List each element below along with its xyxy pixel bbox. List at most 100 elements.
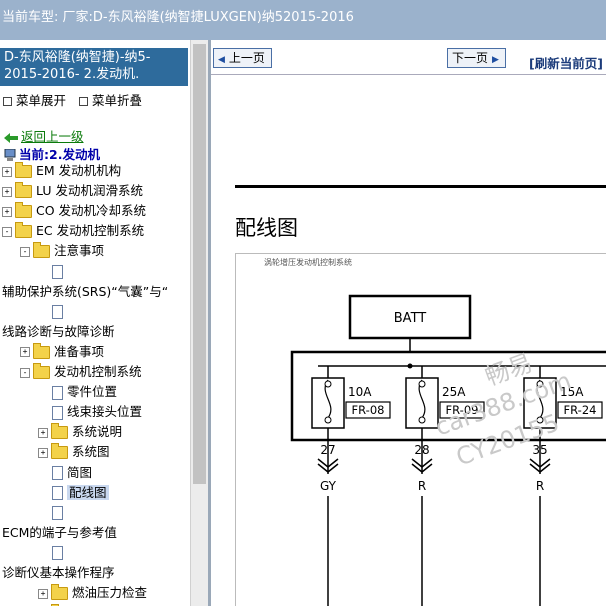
- document-icon: [52, 486, 63, 501]
- document-icon: [52, 546, 63, 561]
- tree-item[interactable]: 配线图: [38, 484, 109, 502]
- collapse-toggle-icon[interactable]: -: [2, 226, 12, 237]
- top-bar: 当前车型: 厂家:D-东风裕隆(纳智捷LUXGEN)纳52015-2016: [0, 0, 606, 40]
- tree-heading[interactable]: ECM的端子与参考值: [2, 524, 117, 542]
- prev-page-button[interactable]: ◀ 上一页: [213, 48, 272, 68]
- document-icon: [52, 405, 63, 420]
- sidebar-title-line2: 2015-2016- 2.发动机.: [4, 67, 140, 82]
- collapse-menu-button[interactable]: 菜单折叠: [78, 93, 142, 108]
- tree-heading[interactable]: 诊断仪基本操作程序: [2, 564, 115, 582]
- menu-ops: 菜单展开 菜单折叠: [2, 90, 142, 109]
- wiring-diagram: 涡轮增压发动机控制系统 BATT 10A FR-08 27 GY 25A FR-09 28 R…: [235, 253, 606, 606]
- connector-pin: 27: [320, 443, 335, 457]
- sidebar: D-东风裕隆(纳智捷)-纳5- 2015-2016- 2.发动机. 菜单展开 菜…: [0, 40, 208, 606]
- tree-item[interactable]: + CO 发动机冷却系统: [2, 202, 146, 220]
- document-icon: [52, 506, 63, 521]
- folder-icon: [15, 222, 32, 239]
- tree-item[interactable]: - EC 发动机控制系统: [2, 222, 144, 240]
- tree-item-label: EM 发动机机构: [36, 163, 122, 178]
- connector-pin: 28: [414, 443, 429, 457]
- arrow-left-icon: ◀: [218, 55, 225, 65]
- folder-icon: [51, 423, 68, 440]
- tree-item-label: 配线图: [67, 484, 109, 500]
- back-link[interactable]: 返回上一级: [4, 126, 84, 145]
- square-icon: [3, 96, 12, 106]
- tree-item-label: 准备事项: [54, 343, 105, 359]
- tree-item[interactable]: + 系统说明: [38, 423, 122, 441]
- current-label: 当前:2.发动机: [19, 147, 100, 162]
- folder-icon: [15, 202, 32, 219]
- tree-item-label: LU 发动机润滑系统: [36, 183, 143, 199]
- tree-item-label: 系统说明: [72, 424, 123, 440]
- tree-item-label: 发动机控制系统: [54, 364, 142, 379]
- sidebar-scrollbar[interactable]: [190, 40, 209, 606]
- tree-item-label: 燃油压力检查: [72, 585, 148, 601]
- tree-item[interactable]: [38, 544, 67, 562]
- next-page-button[interactable]: 下一页 ▶: [447, 48, 506, 68]
- tree-item-label: 简图: [67, 464, 93, 480]
- wire-color-label: GY: [320, 479, 337, 493]
- tree-item[interactable]: + 燃油压力检查: [38, 584, 147, 602]
- tree-item-label: EC 发动机控制系统: [36, 223, 145, 239]
- tree-item-label: ECM的端子与参考值: [2, 524, 117, 540]
- square-icon: [78, 96, 88, 106]
- expand-toggle-icon[interactable]: +: [38, 447, 48, 458]
- collapse-toggle-icon[interactable]: -: [20, 246, 30, 257]
- tree-item-label: CO 发动机冷却系统: [36, 203, 147, 219]
- content-pane: ◀ 上一页 下一页 ▶ [刷新当前页] 配线图 涡轮增压发动机控制系统 BATT 1…: [211, 40, 606, 606]
- fuse-amperage: 25A: [442, 385, 466, 399]
- bus-junction: [407, 363, 413, 369]
- tree-heading[interactable]: 线路诊断与故障诊断: [2, 323, 115, 341]
- prev-page-label: 上一页: [228, 51, 265, 65]
- current-location: 当前:2.发动机: [4, 144, 100, 163]
- scrollbar-thumb[interactable]: [193, 44, 206, 484]
- tree-item[interactable]: + LU 发动机润滑系统: [2, 182, 143, 200]
- vehicle-title: 当前车型: 厂家:D-东风裕隆(纳智捷LUXGEN)纳52015-2016: [2, 10, 354, 25]
- fuse-code: FR-08: [352, 403, 385, 417]
- tree-item[interactable]: 简图: [38, 464, 92, 482]
- arrow-right-icon: ▶: [492, 55, 499, 65]
- tree-item-label: 线束接头位置: [67, 404, 143, 420]
- back-arrow-icon: [4, 132, 18, 143]
- fuse-terminal-bottom: [324, 416, 332, 424]
- tree-item-label: 线路诊断与故障诊断: [2, 323, 115, 339]
- expand-toggle-icon[interactable]: +: [2, 186, 12, 197]
- tree-item[interactable]: 零件位置: [38, 383, 117, 401]
- tree-item[interactable]: [38, 263, 67, 281]
- folder-icon: [33, 363, 50, 379]
- expand-label: 菜单展开: [16, 93, 67, 108]
- heading-rule: [235, 185, 606, 188]
- folder-icon: [51, 443, 68, 460]
- folder-icon: [33, 242, 50, 259]
- tree-item[interactable]: + EM 发动机机构: [2, 162, 121, 180]
- sidebar-title: D-东风裕隆(纳智捷)-纳5- 2015-2016- 2.发动机.: [0, 48, 188, 86]
- tree-item[interactable]: + 准备事项: [20, 342, 105, 361]
- expand-menu-button[interactable]: 菜单展开: [2, 93, 66, 108]
- sidebar-title-line1: D-东风裕隆(纳智捷)-纳5-: [4, 50, 151, 65]
- expand-toggle-icon[interactable]: +: [2, 206, 12, 217]
- folder-icon: [51, 584, 68, 601]
- wire-color-label: R: [418, 479, 426, 493]
- back-link-label: 返回上一级: [21, 129, 84, 144]
- expand-toggle-icon[interactable]: +: [20, 347, 30, 358]
- tree-heading[interactable]: 辅助保护系统(SRS)“气囊”与“: [2, 283, 168, 301]
- fuse-code: FR-24: [564, 403, 597, 417]
- tree-item[interactable]: - 发动机控制系统: [20, 363, 142, 381]
- expand-toggle-icon[interactable]: +: [2, 166, 12, 177]
- expand-toggle-icon[interactable]: +: [38, 427, 48, 438]
- diagram-caption: 涡轮增压发动机控制系统: [264, 257, 352, 267]
- tree-item-label: 零件位置: [67, 384, 118, 400]
- fuse-terminal-top: [324, 380, 332, 388]
- folder-icon: [15, 182, 32, 199]
- refresh-link[interactable]: [刷新当前页]: [529, 53, 603, 72]
- tree-item[interactable]: - 注意事项: [20, 242, 104, 260]
- expand-toggle-icon[interactable]: +: [38, 588, 48, 599]
- tree-item[interactable]: 线束接头位置: [38, 403, 142, 421]
- tree-item[interactable]: [38, 303, 67, 321]
- next-page-label: 下一页: [452, 51, 489, 65]
- tree-item[interactable]: [38, 504, 67, 522]
- tree-item[interactable]: + 系统图: [38, 443, 110, 461]
- collapse-toggle-icon[interactable]: -: [20, 367, 30, 378]
- tree-item-label: 系统图: [72, 444, 110, 460]
- wire-color-label: R: [536, 479, 544, 493]
